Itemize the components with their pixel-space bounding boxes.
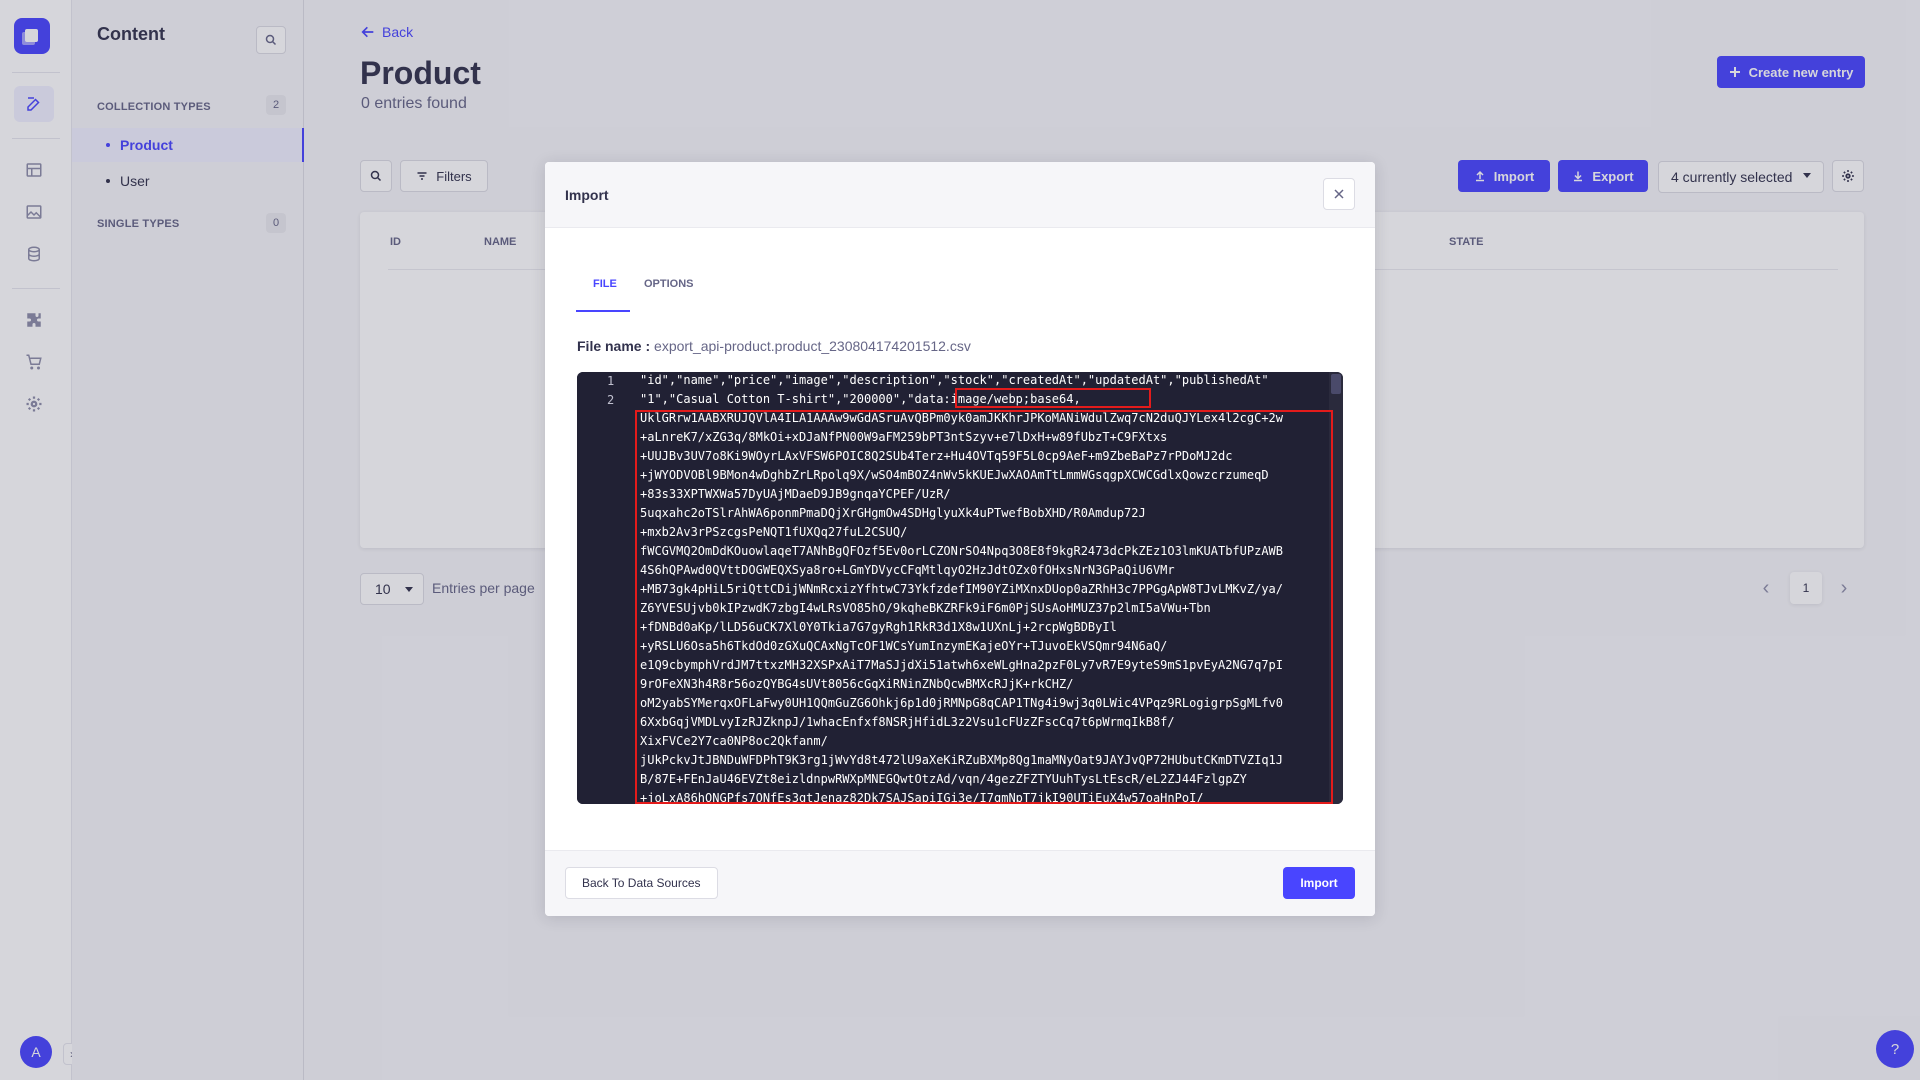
code-line: +fDNBd0aKp/lLD56uCK7Xl0Y0Tkia7G7gyRgh1Rk… — [640, 620, 1117, 634]
code-line: +joLxA86hONGPfs7ONfEs3gtJenaz82Dk7SAJSap… — [640, 791, 1204, 804]
code-line: "1","Casual Cotton T-shirt","200000","da… — [640, 392, 1081, 406]
close-icon — [1334, 189, 1344, 199]
line-number: 1 — [607, 374, 615, 388]
code-line: +UUJBv3UV7o8Ki9WOyrLAxVFSW6POIC8Q2SUb4Te… — [640, 449, 1233, 463]
code-line: +yRSLU6Osa5h6TkdOd0zGXuQCAxNgTcOF1WCsYum… — [640, 639, 1168, 653]
tab-file[interactable]: FILE — [593, 278, 617, 290]
scrollbar-thumb[interactable] — [1331, 374, 1341, 394]
code-line: +mxb2Av3rPSzcgsPeNQT1fUXQq27fuL2CSUQ/ — [640, 525, 908, 539]
code-line: 5uqxahc2oTSlrAhWA6ponmPmaDQjXrGHgmOw4SDH… — [640, 506, 1146, 520]
csv-preview-editor[interactable]: 1 2 "id","name","price","image","descrip… — [577, 372, 1343, 804]
import-modal: Import FILE OPTIONS File name : export_a… — [545, 162, 1375, 916]
tab-options[interactable]: OPTIONS — [644, 278, 694, 290]
code-line: XixFVCe2Y7ca0NP8oc2Qkfanm/ — [640, 734, 828, 748]
confirm-import-button[interactable]: Import — [1283, 867, 1355, 899]
code-line: fWCGVMQ2OmDdKOuowlaqeT7ANhBgQFOzf5Ev0orL… — [640, 544, 1283, 558]
code-line: "id","name","price","image","description… — [640, 373, 1269, 387]
code-line: 4S6hQPAwd0QVttDOGWEQXSya8ro+LGmYDVycCFqM… — [640, 563, 1175, 577]
modal-header: Import — [545, 162, 1375, 228]
code-line: Z6YVESUjvb0kIPzwdK7zbgI4wLRsVO85hO/9kqhe… — [640, 601, 1211, 615]
code-line: 6XxbGqjVMDLvyIzRJZknpJ/1whacEnfxf8NSRjHf… — [640, 715, 1175, 729]
editor-gutter: 1 2 — [577, 372, 639, 804]
modal-title: Import — [565, 187, 609, 203]
file-name-label: File name : — [577, 338, 651, 354]
file-name-value: export_api-product.product_2308041742015… — [654, 338, 971, 354]
code-line: +MB73gk4pHiL5riQttCDijWNmRcxizYfhtwC73Yk… — [640, 582, 1283, 596]
code-line: jUkPckvJtJBNDuWFDPhT9K3rg1jWvYd8t472lU9a… — [640, 753, 1283, 767]
active-tab-indicator — [576, 310, 630, 312]
code-line: +83s33XPTWXWa57DyUAjMDaeD9JB9gnqaYCPEF/U… — [640, 487, 951, 501]
code-line: B/87E+FEnJaU46EVZt8eizldnpwRWXpMNEGQwtOt… — [640, 772, 1247, 786]
code-line: 9rOFeXN3h4R8r56ozQYBG4sUVt8056cGqXiRNinZ… — [640, 677, 1074, 691]
code-line: UklGRrw1AABXRUJQVlA4ILA1AAAw9wGdASruAvQB… — [640, 411, 1283, 425]
code-line: +jWYODVOBl9BMon4wDghbZrLRpolq9X/wSO4mBOZ… — [640, 468, 1269, 482]
close-button[interactable] — [1323, 178, 1355, 210]
code-line: oM2yabSYMerqxOFLaFwy0UH1QQmGuZG6Ohkj6p1d… — [640, 696, 1283, 710]
line-number: 2 — [607, 393, 615, 407]
code-line: e1Q9cbymphVrdJM7ttxzMH32XSPxAiT7MaSJjdXi… — [640, 658, 1283, 672]
editor-code: "id","name","price","image","description… — [640, 372, 1326, 804]
code-line: +aLnreK7/xZG3q/8MkOi+xDJaNfPN00W9aFM259b… — [640, 430, 1168, 444]
modal-footer: Back To Data Sources Import — [545, 850, 1375, 916]
file-name-row: File name : export_api-product.product_2… — [577, 338, 971, 354]
back-to-data-sources-button[interactable]: Back To Data Sources — [565, 867, 718, 899]
editor-scrollbar[interactable] — [1329, 372, 1343, 804]
